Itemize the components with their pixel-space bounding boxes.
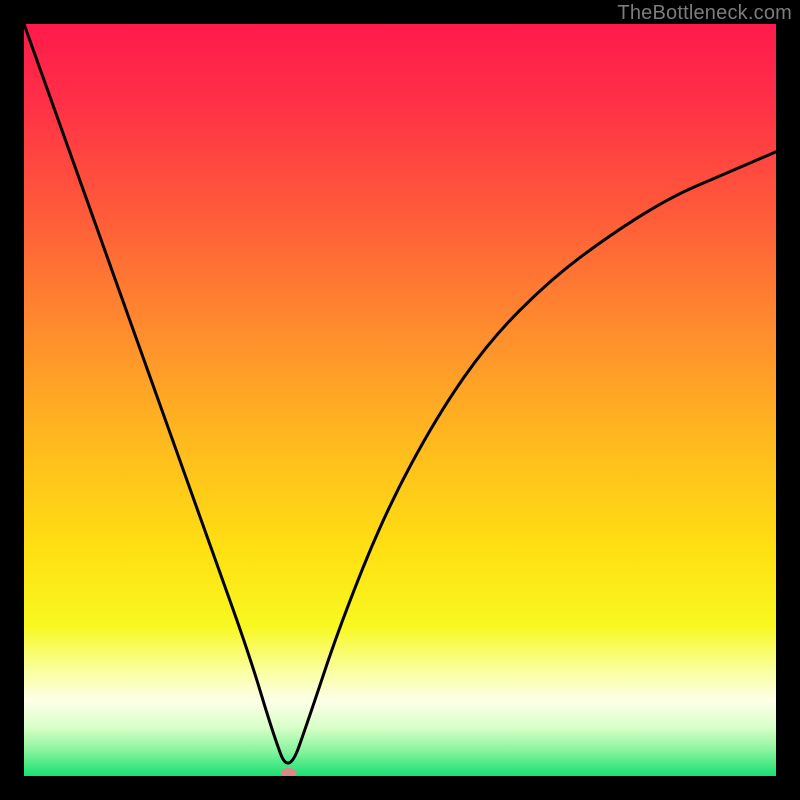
watermark-text: TheBottleneck.com bbox=[617, 2, 792, 25]
bottleneck-plot bbox=[24, 24, 776, 776]
chart-frame: TheBottleneck.com bbox=[0, 0, 800, 800]
gradient-background bbox=[24, 24, 776, 776]
